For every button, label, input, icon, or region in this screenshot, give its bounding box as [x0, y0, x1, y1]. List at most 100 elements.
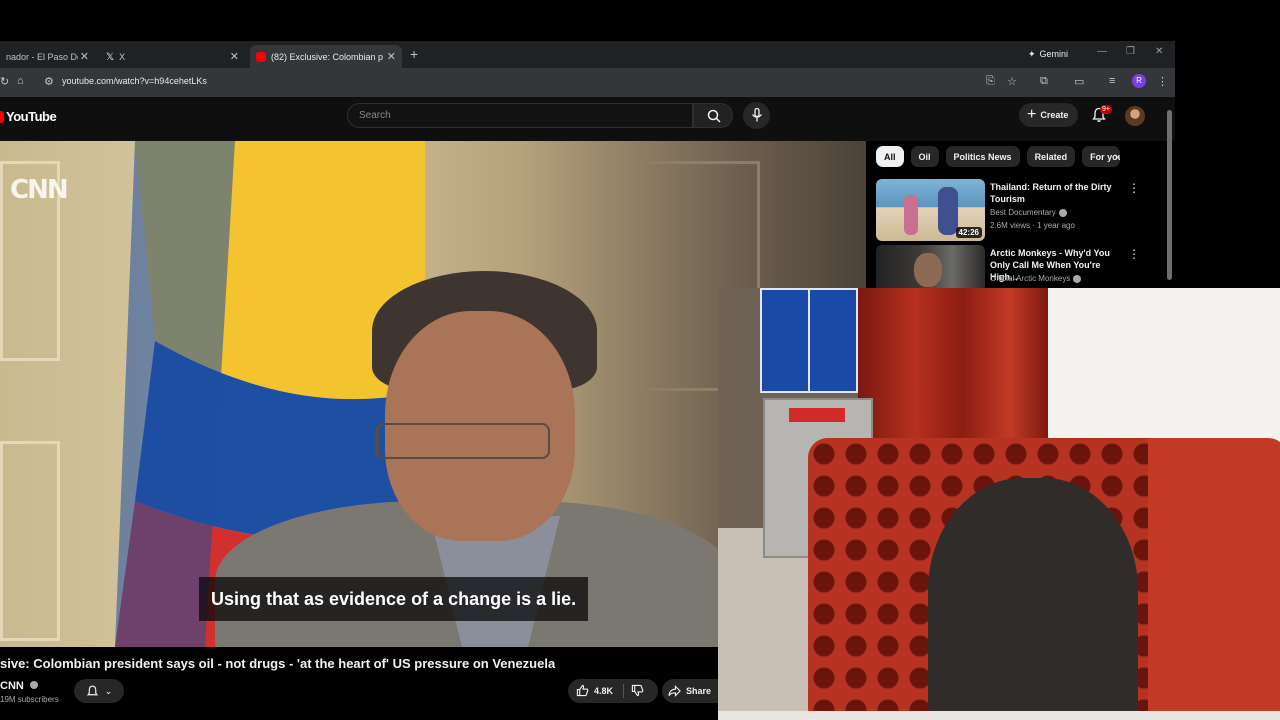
- gemini-label: Gemini: [1039, 49, 1069, 59]
- close-icon[interactable]: ✕: [80, 50, 89, 63]
- video-thumbnail[interactable]: 42:26: [876, 179, 985, 241]
- video-thumbnail[interactable]: [876, 245, 985, 288]
- recommendation-item[interactable]: 42:26 Thailand: Return of the Dirty Tour…: [876, 179, 1166, 241]
- tab-x[interactable]: 𝕏 X ✕: [100, 45, 245, 68]
- recommendation-channel-text: Official Arctic Monkeys: [990, 274, 1071, 283]
- reload-icon[interactable]: ↻: [0, 75, 9, 88]
- media-controls-icon[interactable]: ≡: [1109, 75, 1115, 87]
- thumbnail-figure: [914, 253, 942, 287]
- webcam-person: [928, 478, 1138, 720]
- maximize-icon[interactable]: ❐: [1126, 46, 1135, 57]
- microphone-icon: [751, 108, 763, 122]
- share-label: Share: [686, 686, 712, 696]
- chevron-down-icon: ⌄: [104, 685, 113, 696]
- notification-badge: 9+: [1100, 105, 1112, 114]
- webcam-sticker: [789, 408, 845, 422]
- chip-related[interactable]: Related: [1026, 146, 1076, 167]
- chevron-right-icon[interactable]: ›: [1114, 148, 1119, 164]
- chip-politics-news[interactable]: Politics News: [945, 146, 1020, 167]
- create-button[interactable]: + Create: [1019, 103, 1079, 127]
- recommendation-item[interactable]: Arctic Monkeys - Why'd You Only Call Me …: [876, 245, 1166, 288]
- divider: [623, 684, 624, 698]
- recommendation-meta: 2.6M views · 1 year ago: [990, 221, 1075, 230]
- tab-youtube-video[interactable]: (82) Exclusive: Colombian presi ✕: [250, 45, 402, 68]
- youtube-header: YouTube Search + Create 9+: [0, 97, 1175, 141]
- verified-badge-icon: [1073, 274, 1082, 283]
- extensions-icon[interactable]: ⧉: [1040, 75, 1048, 88]
- close-icon[interactable]: ✕: [230, 50, 239, 63]
- more-options-icon[interactable]: ⋮: [1128, 247, 1140, 261]
- youtube-play-icon: [0, 110, 4, 123]
- speaker-glasses: [375, 423, 550, 459]
- recommendation-channel[interactable]: Best Documentary: [990, 208, 1067, 217]
- plus-icon: +: [1027, 106, 1037, 123]
- account-avatar[interactable]: [1125, 106, 1145, 126]
- recommendation-channel[interactable]: Official Arctic Monkeys: [990, 274, 1082, 283]
- url-field[interactable]: youtube.com/watch?v=h94cehetLKs: [62, 76, 207, 86]
- filter-chips: All Oil Politics News Related For you: [876, 146, 1121, 167]
- tab-label: X: [119, 51, 126, 62]
- tab-label: (82) Exclusive: Colombian presi: [271, 51, 383, 62]
- new-tab-plus-icon[interactable]: +: [410, 46, 418, 62]
- minimize-icon[interactable]: —: [1097, 46, 1107, 57]
- video-title: sive: Colombian president says oil - not…: [0, 656, 556, 671]
- page-scrollbar[interactable]: [1166, 102, 1173, 288]
- browser-tab-bar: nador - El Paso Del G ✕ 𝕏 X ✕ (82) Exclu…: [0, 41, 1175, 68]
- gemini-button[interactable]: ✦ Gemini: [1022, 45, 1074, 63]
- create-label: Create: [1040, 110, 1069, 120]
- bell-icon: [86, 685, 98, 695]
- profile-avatar[interactable]: R: [1132, 74, 1146, 88]
- webcam-overlay: [718, 288, 1280, 720]
- search-input[interactable]: Search: [347, 103, 693, 128]
- sidepanel-icon[interactable]: ▭: [1074, 75, 1084, 88]
- thumbs-up-icon: [576, 684, 589, 697]
- voice-search-button[interactable]: [743, 102, 770, 129]
- thumbnail-figure: [904, 195, 918, 235]
- search-placeholder: Search: [359, 110, 391, 121]
- x-logo-icon: 𝕏: [106, 51, 115, 63]
- youtube-logo-text: YouTube: [6, 109, 57, 124]
- home-icon[interactable]: ⌂: [17, 75, 24, 87]
- youtube-favicon-icon: [256, 51, 266, 62]
- recommendation-title[interactable]: Thailand: Return of the Dirty Tourism: [990, 181, 1130, 205]
- close-icon[interactable]: ✕: [387, 50, 396, 63]
- channel-name-text: CNN: [0, 680, 24, 692]
- subscribed-notifications-button[interactable]: ⌄: [74, 679, 124, 703]
- webcam-wall: [1048, 288, 1280, 448]
- recommendation-channel-text: Best Documentary: [990, 208, 1056, 217]
- channel-name[interactable]: CNN: [0, 680, 38, 692]
- chip-all[interactable]: All: [876, 146, 904, 167]
- bookmark-star-icon[interactable]: ☆: [1007, 75, 1017, 88]
- chip-oil[interactable]: Oil: [910, 146, 939, 167]
- webcam-box: [808, 288, 858, 393]
- verified-badge-icon: [1058, 208, 1067, 217]
- tab-el-paso[interactable]: nador - El Paso Del G ✕: [0, 45, 95, 68]
- like-dislike-group: 4.8K: [568, 679, 658, 703]
- thumbnail-figure: [938, 187, 958, 235]
- like-count: 4.8K: [594, 685, 614, 696]
- gemini-sparkle-icon: ✦: [1028, 48, 1036, 59]
- share-arrow-icon: [668, 685, 681, 697]
- browser-menu-icon[interactable]: ⋮: [1157, 75, 1168, 88]
- search-icon: [707, 109, 721, 123]
- install-app-icon[interactable]: ⎘: [986, 75, 995, 88]
- close-window-icon[interactable]: ✕: [1155, 46, 1163, 57]
- duration-badge: 42:26: [955, 227, 982, 238]
- youtube-logo[interactable]: YouTube: [0, 109, 57, 124]
- tab-label: nador - El Paso Del G: [6, 51, 78, 62]
- cnn-watermark: CNN: [10, 175, 69, 205]
- scrollbar-thumb[interactable]: [1167, 110, 1172, 280]
- webcam-box: [760, 288, 810, 393]
- like-button[interactable]: 4.8K: [576, 684, 613, 697]
- wall-panel: [0, 441, 60, 641]
- subtitle-caption: Using that as evidence of a change is a …: [199, 577, 589, 621]
- site-info-icon[interactable]: ⚙: [44, 75, 54, 88]
- webcam-bottom-strip: [718, 711, 1280, 720]
- thumbs-down-icon[interactable]: [631, 684, 644, 697]
- address-bar-row: ↻ ⌂ ⚙ youtube.com/watch?v=h94cehetLKs ⎘ …: [0, 68, 1175, 97]
- more-options-icon[interactable]: ⋮: [1128, 181, 1140, 195]
- search-button[interactable]: [693, 103, 733, 128]
- subscriber-count: 19M subscribers: [0, 695, 59, 704]
- share-button[interactable]: Share: [662, 679, 718, 703]
- verified-badge-icon: [29, 681, 38, 689]
